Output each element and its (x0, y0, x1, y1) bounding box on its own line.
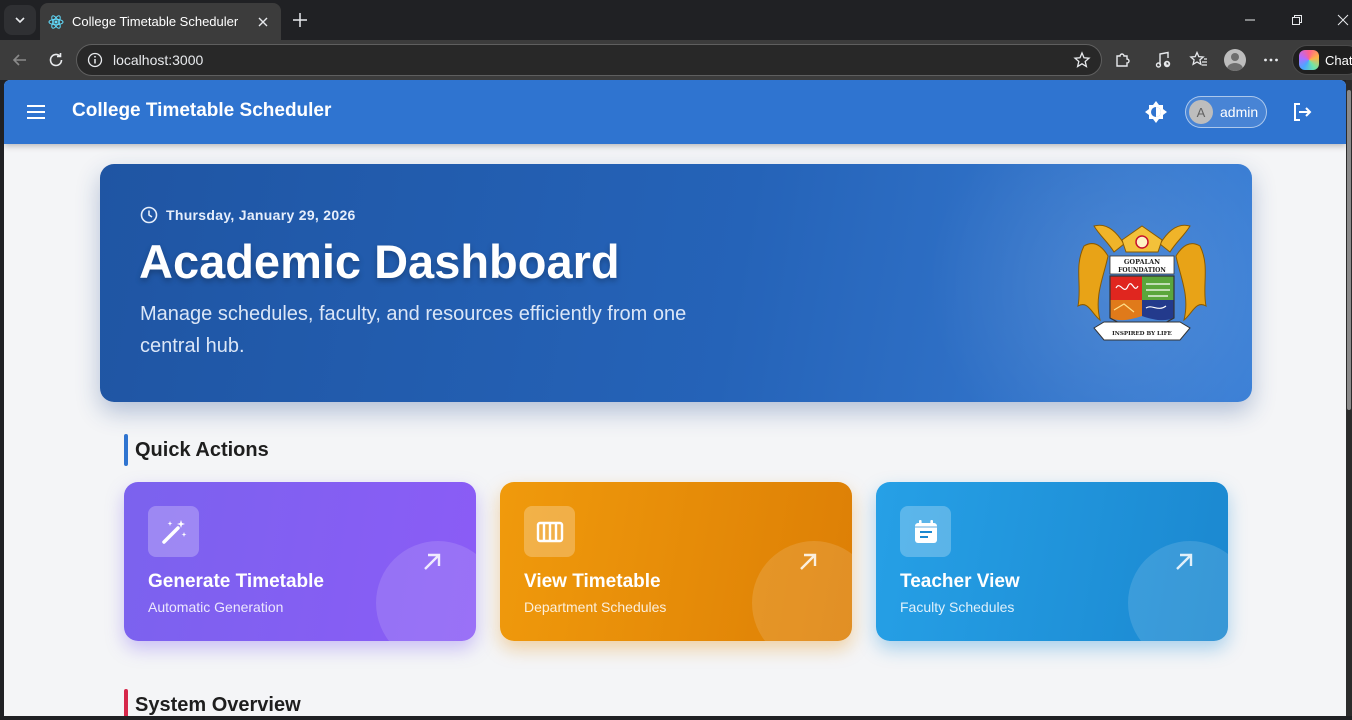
page-viewport: College Timetable Scheduler A admin Thur… (4, 80, 1346, 716)
profile-avatar-icon (1224, 49, 1246, 71)
music-note-icon (1155, 51, 1171, 68)
browser-tabstrip: College Timetable Scheduler (0, 0, 1352, 40)
app-title: College Timetable Scheduler (72, 100, 332, 121)
brightness-icon (1145, 101, 1167, 123)
generate-timetable-card[interactable]: Generate Timetable Automatic Generation (124, 482, 476, 641)
tab-title: College Timetable Scheduler (72, 14, 239, 29)
hero-banner: Thursday, January 29, 2026 Academic Dash… (100, 164, 1252, 402)
user-name: admin (1220, 104, 1259, 120)
address-bar[interactable]: localhost:3000 (76, 44, 1102, 76)
hamburger-menu-icon (27, 105, 45, 119)
copilot-chat-button[interactable]: Chat (1292, 45, 1352, 75)
user-avatar: A (1189, 100, 1213, 124)
restore-button[interactable] (1285, 8, 1309, 32)
hero-title: Academic Dashboard (139, 235, 620, 288)
quick-actions-heading: Quick Actions (124, 434, 269, 466)
card-title: Generate Timetable (148, 571, 325, 592)
hero-date-row: Thursday, January 29, 2026 (140, 206, 356, 224)
tab-list-button[interactable] (4, 5, 36, 35)
tab-close-icon[interactable] (253, 12, 273, 32)
more-menu-button[interactable] (1258, 47, 1284, 73)
card-icon-box (148, 506, 199, 557)
media-button[interactable] (1150, 47, 1176, 73)
app-header: College Timetable Scheduler A admin (4, 80, 1346, 144)
clock-icon (140, 206, 158, 224)
arrow-up-right-icon (796, 550, 820, 574)
event-note-icon (914, 519, 937, 543)
star-list-icon (1189, 50, 1207, 66)
arrow-left-icon (12, 54, 26, 66)
chevron-down-icon (15, 17, 25, 24)
logout-icon (1294, 103, 1312, 121)
copilot-icon (1299, 50, 1319, 70)
extensions-button[interactable] (1109, 47, 1135, 73)
card-icon-box (900, 506, 951, 557)
close-icon (1337, 14, 1349, 26)
favorites-button[interactable] (1186, 47, 1212, 73)
system-overview-heading: System Overview (124, 689, 301, 716)
close-window-button[interactable] (1331, 8, 1352, 32)
card-subtitle: Department Schedules (524, 599, 667, 615)
arrow-up-right-icon (1172, 550, 1196, 574)
minimize-icon (1245, 19, 1255, 21)
minimize-button[interactable] (1238, 8, 1262, 32)
emblem-top-text: GOPALAN (1124, 258, 1160, 266)
current-date: Thursday, January 29, 2026 (166, 207, 356, 223)
view-timetable-card[interactable]: View Timetable Department Schedules (500, 482, 852, 641)
reload-button[interactable] (42, 46, 70, 74)
menu-button[interactable] (22, 100, 50, 124)
page-scrollbar[interactable] (1346, 80, 1352, 716)
hero-subtitle: Manage schedules, faculty, and resources… (140, 303, 687, 357)
react-icon (48, 14, 64, 30)
plus-icon (293, 13, 307, 27)
card-icon-box (524, 506, 575, 557)
logout-button[interactable] (1289, 99, 1315, 125)
restore-icon (1292, 15, 1302, 25)
profile-button[interactable] (1222, 47, 1248, 73)
browser-tab[interactable]: College Timetable Scheduler (40, 3, 281, 40)
emblem-ribbon-text: INSPIRED BY LIFE (1112, 331, 1172, 337)
scrollbar-thumb[interactable] (1347, 90, 1351, 410)
magic-wand-icon (161, 519, 186, 544)
puzzle-icon (1116, 53, 1130, 67)
teacher-view-card[interactable]: Teacher View Faculty Schedules (876, 482, 1228, 641)
user-chip[interactable]: A admin (1185, 96, 1267, 128)
reload-icon (49, 53, 63, 67)
card-title: View Timetable (524, 571, 661, 592)
new-tab-button[interactable] (288, 8, 312, 32)
view-columns-icon (536, 521, 563, 542)
foundation-emblem-logo: GOPALAN FOUNDATION INSPIRED BY LIFE (1077, 224, 1207, 341)
arrow-up-right-icon (420, 550, 444, 574)
card-subtitle: Automatic Generation (148, 599, 284, 615)
card-subtitle: Faculty Schedules (900, 599, 1015, 615)
info-icon[interactable] (87, 52, 103, 68)
more-horizontal-icon (1264, 58, 1278, 62)
theme-toggle-button[interactable] (1143, 99, 1169, 125)
card-title: Teacher View (900, 571, 1020, 592)
url-text[interactable]: localhost:3000 (113, 52, 1073, 68)
copilot-label: Chat (1325, 52, 1352, 68)
star-icon[interactable] (1073, 51, 1091, 69)
emblem-middle-text: FOUNDATION (1118, 267, 1166, 274)
back-button[interactable] (6, 46, 34, 74)
